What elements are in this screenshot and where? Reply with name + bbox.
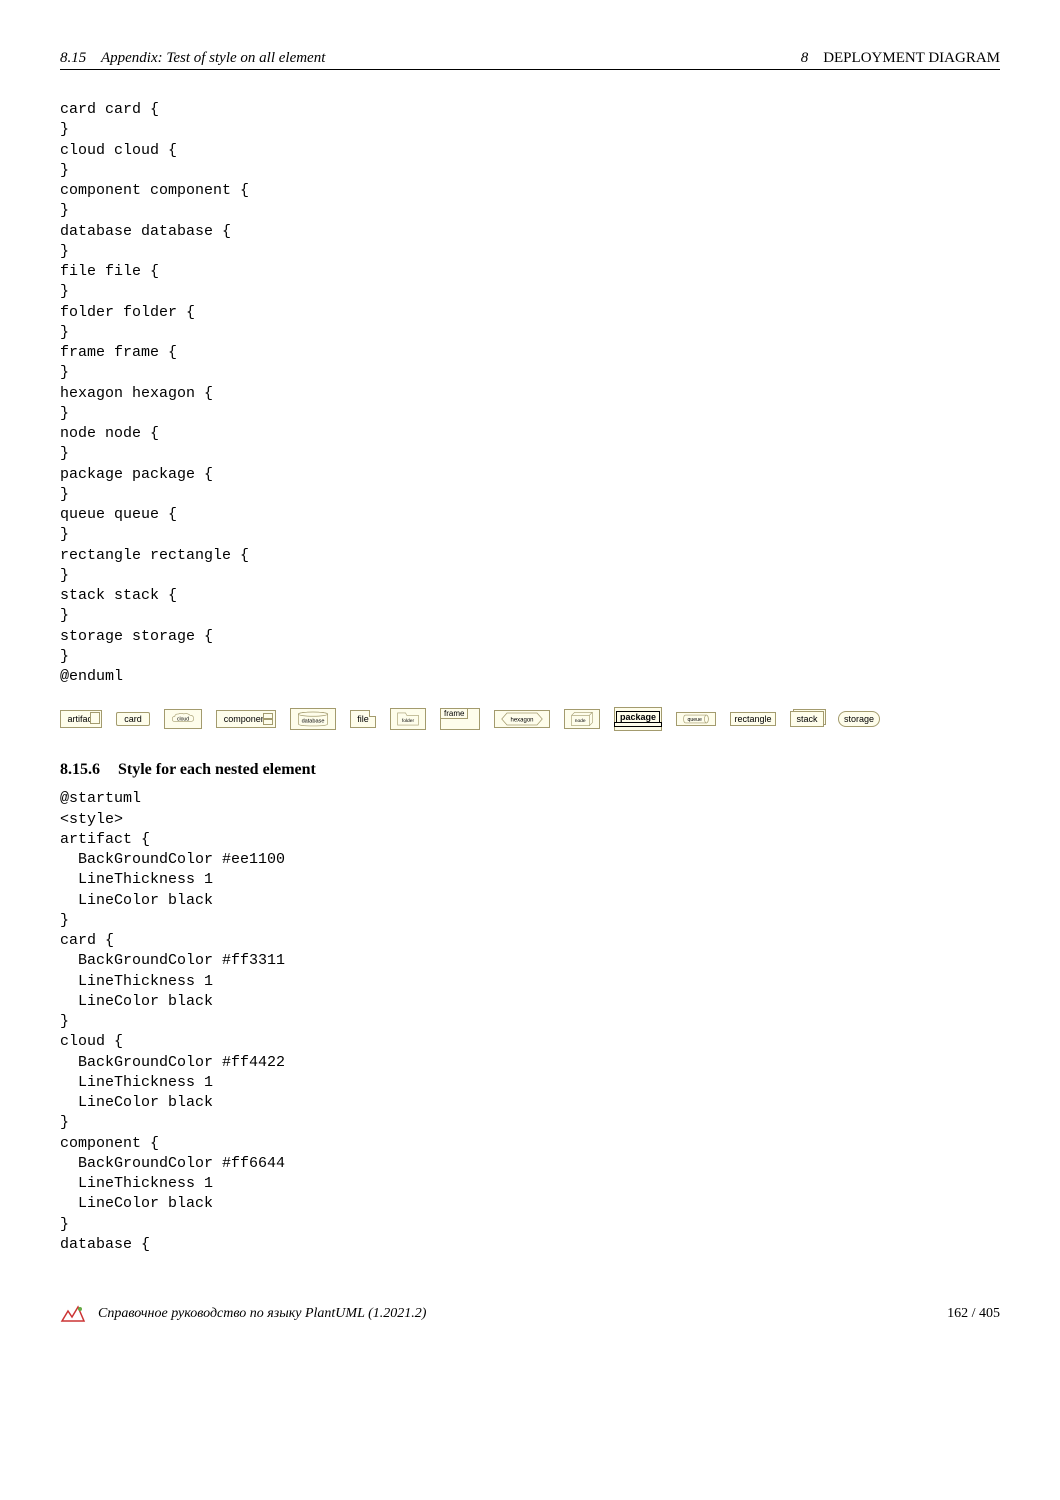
node-shape: node — [564, 709, 600, 729]
component-label: component — [224, 714, 269, 724]
frame-label: frame — [441, 709, 468, 719]
database-label: database — [302, 719, 325, 725]
card-label: card — [124, 714, 142, 724]
folder-label: folder — [402, 718, 415, 724]
header-left: 8.15 Appendix: Test of style on all elem… — [60, 50, 325, 67]
diagram-row: artifact card cloud component database f… — [60, 707, 1000, 731]
rectangle-shape: rectangle — [730, 712, 776, 726]
node-label: node — [575, 718, 586, 724]
page-header: 8.15 Appendix: Test of style on all elem… — [60, 50, 1000, 70]
cloud-label: cloud — [177, 717, 189, 723]
file-shape: file — [350, 710, 376, 728]
subsection-title: Style for each nested element — [118, 761, 316, 778]
folder-shape: folder — [390, 708, 426, 730]
artifact-label: artifact — [67, 714, 94, 724]
header-chapter-num: 8 — [801, 50, 809, 66]
header-section-title: Appendix: Test of style on all element — [101, 50, 325, 66]
header-section-num: 8.15 — [60, 50, 86, 66]
artifact-shape: artifact — [60, 710, 102, 728]
stack-shape: stack — [790, 711, 824, 727]
rectangle-label: rectangle — [734, 714, 771, 724]
code-block-2: @startuml <style> artifact { BackGroundC… — [60, 789, 1000, 1255]
storage-label: storage — [844, 714, 874, 724]
queue-shape: queue — [676, 712, 716, 726]
page-footer: Справочное руководство по языку PlantUML… — [60, 1305, 1000, 1323]
code-block-1: card card { } cloud cloud { } component … — [60, 100, 1000, 687]
hexagon-shape: hexagon — [494, 710, 550, 728]
footer-text: Справочное руководство по языку PlantUML… — [98, 1306, 426, 1322]
subsection-heading: 8.15.6 Style for each nested element — [60, 761, 1000, 779]
package-label: package — [616, 711, 660, 722]
stack-label: stack — [797, 714, 818, 724]
page-number: 162 / 405 — [947, 1306, 1000, 1322]
header-right: 8 DEPLOYMENT DIAGRAM — [801, 50, 1000, 67]
database-shape: database — [290, 708, 336, 730]
component-shape: component — [216, 710, 276, 728]
package-shape: package — [614, 707, 662, 731]
header-chapter-title: DEPLOYMENT DIAGRAM — [823, 50, 1000, 66]
card-shape: card — [116, 712, 150, 726]
hexagon-label: hexagon — [510, 718, 533, 724]
plantuml-logo-icon — [60, 1305, 86, 1323]
cloud-shape: cloud — [164, 709, 202, 729]
file-label: file — [357, 714, 369, 724]
frame-shape: frame — [440, 708, 480, 730]
storage-shape: storage — [838, 711, 880, 727]
queue-label: queue — [687, 717, 702, 723]
subsection-num: 8.15.6 — [60, 761, 100, 778]
